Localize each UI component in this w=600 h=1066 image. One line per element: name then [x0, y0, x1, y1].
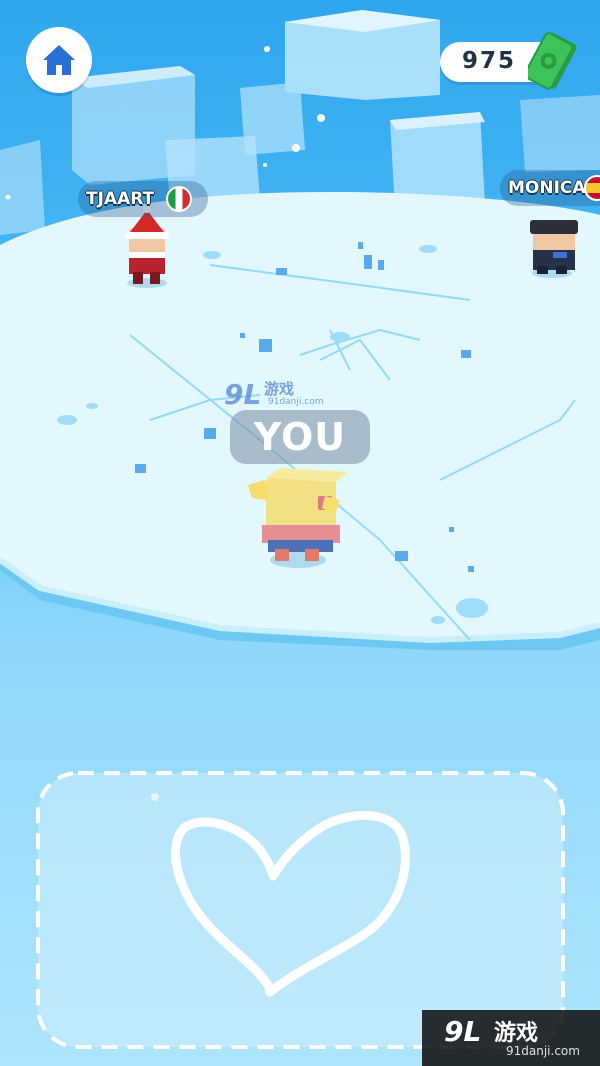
watermark-url: 91danji.com — [268, 397, 324, 407]
you-label: YOU — [230, 410, 370, 464]
svg-text:9L: 9L — [224, 378, 261, 411]
player-monica-avatar — [530, 220, 578, 278]
home-button[interactable] — [26, 27, 92, 93]
drawing-pad[interactable] — [38, 773, 563, 1047]
watermark-text: 游戏 — [264, 380, 295, 398]
player-tag-tjaart: TJAART — [78, 181, 208, 217]
watermark-overlay: 9L 游戏 91danji.com — [222, 376, 324, 412]
watermark-corner: 9L 游戏 91danji.com — [422, 1010, 600, 1066]
italy-flag-icon — [166, 186, 192, 212]
game-screen: 975 TJAART MONICA 9L 游戏 91danji.com YOU … — [0, 0, 600, 1066]
watermark-bottom-url: 91danji.com — [506, 1044, 580, 1058]
player-name-tjaart: TJAART — [86, 189, 155, 209]
money-value: 975 — [462, 48, 517, 74]
91-logo-icon: 9L — [224, 378, 261, 411]
watermark-bottom-text: 游戏 — [494, 1021, 539, 1046]
player-name-monica: MONICA — [508, 178, 586, 198]
player-tag-monica: MONICA — [500, 170, 600, 206]
home-icon — [43, 45, 75, 75]
spain-flag-icon — [584, 175, 600, 201]
cash-bills-icon — [528, 32, 577, 90]
watermark-logo: 9L — [444, 1015, 482, 1048]
